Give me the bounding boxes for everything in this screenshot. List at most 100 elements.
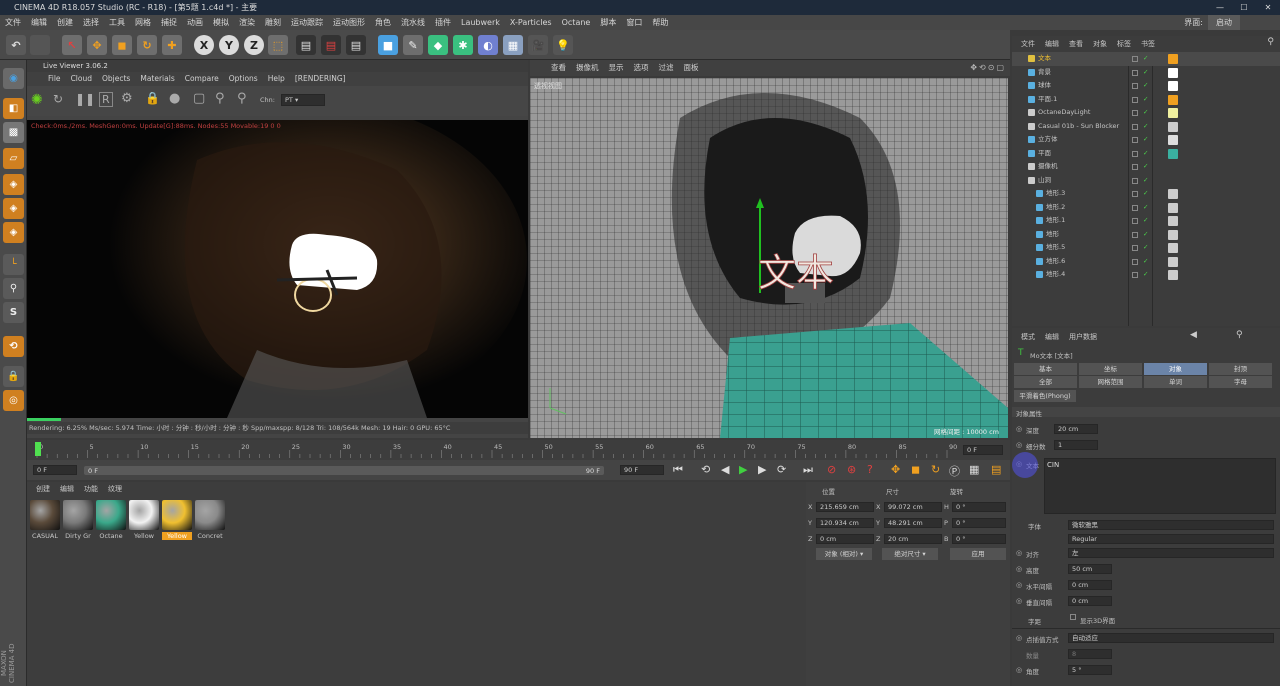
record-icon[interactable]: ⊘	[827, 463, 836, 476]
enable-check-icon[interactable]: ✓	[1143, 255, 1148, 269]
align-select[interactable]: 左	[1068, 548, 1274, 558]
pos-x-field[interactable]: 215.659 cm	[816, 502, 874, 512]
show3d-checkbox[interactable]	[1070, 614, 1076, 620]
redo-icon[interactable]	[30, 35, 50, 55]
pin-icon[interactable]: ⚲	[237, 91, 247, 106]
object-row[interactable]: 立方体 ✓	[1012, 133, 1280, 147]
material-tag-icon[interactable]	[1168, 94, 1178, 105]
text-area[interactable]: CIN	[1044, 458, 1276, 514]
enable-check-icon[interactable]: ✓	[1143, 79, 1148, 93]
object-row[interactable]: 平面.1 ✓	[1012, 93, 1280, 107]
key-param-icon[interactable]: Ⓟ	[949, 463, 960, 479]
menu-item[interactable]: 文件	[0, 15, 26, 30]
material-swatch[interactable]	[30, 500, 60, 530]
menu-item[interactable]: 运动跟踪	[286, 15, 328, 30]
attr-menu-item[interactable]: 编辑	[1040, 331, 1064, 343]
visibility-dot[interactable]	[1132, 150, 1138, 157]
radio-hspace-icon[interactable]: ◎	[1016, 581, 1022, 589]
pos-y-field[interactable]: 120.934 cm	[816, 518, 874, 528]
angle-field[interactable]: 5 °	[1068, 665, 1112, 675]
viewport-menu-item[interactable]: 选项	[629, 60, 654, 76]
viewport-menu-item[interactable]: 查看	[546, 60, 571, 76]
material-swatch[interactable]	[96, 500, 126, 530]
channel-select[interactable]: PT ▾	[281, 94, 325, 106]
quantize-icon[interactable]: ⟲	[3, 336, 24, 357]
attr-menu-item[interactable]: 用户数据	[1064, 331, 1102, 343]
font-style-select[interactable]: Regular	[1068, 534, 1274, 544]
end-frame-field[interactable]: 90 F	[620, 465, 664, 475]
pause-icon[interactable]: ❚❚	[75, 92, 95, 106]
menu-item[interactable]: 工具	[104, 15, 130, 30]
apply-button[interactable]: 应用	[950, 548, 1006, 560]
z-axis-icon[interactable]: Z	[244, 35, 264, 55]
timeline-ruler[interactable]: 0 5 10 15 20 25 30 35 40 45 50 55 60 65 70 75 80 85 90 0 F	[27, 440, 1010, 460]
next-frame-icon[interactable]: ▶	[758, 463, 766, 476]
cube-icon[interactable]: ■	[378, 35, 398, 55]
undo-icon[interactable]: ↶	[6, 35, 26, 55]
material-swatch[interactable]	[129, 500, 159, 530]
start-frame-field[interactable]: 0 F	[33, 465, 77, 475]
object-menu-item[interactable]: 对象	[1088, 38, 1112, 50]
menu-item[interactable]: 脚本	[595, 15, 621, 30]
visibility-dot[interactable]	[1132, 231, 1138, 238]
pick-icon[interactable]: ⚲	[215, 91, 225, 106]
y-axis-icon[interactable]: Y	[219, 35, 239, 55]
current-frame-field[interactable]: 0 F	[963, 445, 1003, 455]
visibility-dot[interactable]	[1132, 123, 1138, 130]
menu-item[interactable]: Octane	[557, 15, 596, 30]
prev-frame-icon[interactable]: ◀	[721, 463, 729, 476]
object-row[interactable]: Casual 01b - Sun Blocker ✓	[1012, 120, 1280, 134]
scale-tool-icon[interactable]: ◼	[112, 35, 132, 55]
enable-check-icon[interactable]: ✓	[1143, 174, 1148, 188]
material-swatch[interactable]	[63, 500, 93, 530]
material-tag-icon[interactable]	[1168, 121, 1178, 132]
back-arrow-icon[interactable]: ◀	[1190, 330, 1197, 340]
material-tag-icon[interactable]	[1168, 135, 1178, 145]
menu-item[interactable]: 编辑	[26, 15, 52, 30]
enable-check-icon[interactable]: ✓	[1143, 106, 1148, 120]
key-scale-icon[interactable]: ◼	[911, 463, 920, 476]
render-settings-icon[interactable]: ▤	[346, 35, 366, 55]
enable-check-icon[interactable]: ✓	[1143, 214, 1148, 228]
enable-check-icon[interactable]: ✓	[1143, 268, 1148, 282]
attr-tab[interactable]: 基本	[1014, 363, 1077, 375]
live-viewer-menu-item[interactable]: Options	[224, 72, 263, 86]
menu-item[interactable]: 插件	[430, 15, 456, 30]
object-row[interactable]: 文本 ✓	[1012, 52, 1280, 66]
radio-depth-icon[interactable]: ◎	[1016, 425, 1022, 433]
attr-tab[interactable]: 封顶	[1209, 363, 1272, 375]
visibility-dot[interactable]	[1132, 56, 1138, 62]
material-tag-icon[interactable]	[1168, 54, 1178, 64]
material-swatch[interactable]	[162, 500, 192, 530]
enable-check-icon[interactable]: ✓	[1143, 187, 1148, 201]
render-view-icon[interactable]: ▤	[296, 35, 316, 55]
pen-icon[interactable]: ✎	[403, 35, 423, 55]
layout-select[interactable]: 启动	[1208, 15, 1240, 30]
menu-item[interactable]: 运动图形	[328, 15, 370, 30]
viewport-menu-item[interactable]: 过滤	[654, 60, 679, 76]
coord-mode-select[interactable]: 对象 (相对) ▾	[816, 548, 872, 560]
rot-h-field[interactable]: 0 °	[952, 502, 1006, 512]
playhead[interactable]	[35, 442, 41, 456]
object-row[interactable]: 地形 ✓	[1012, 228, 1280, 242]
attr-tab[interactable]: 单词	[1144, 376, 1207, 388]
keyframe-help-icon[interactable]: ?	[867, 463, 873, 476]
goto-end-icon[interactable]: ⏭	[803, 463, 813, 477]
interp-select[interactable]: 自动适应	[1068, 633, 1274, 643]
enable-check-icon[interactable]: ✓	[1143, 160, 1148, 174]
enable-check-icon[interactable]: ✓	[1143, 66, 1148, 80]
rot-p-field[interactable]: 0 °	[952, 518, 1006, 528]
enable-check-icon[interactable]: ✓	[1143, 93, 1148, 107]
radio-vspace-icon[interactable]: ◎	[1016, 597, 1022, 605]
light-icon[interactable]: 💡	[553, 35, 573, 55]
region-icon[interactable]: R	[99, 92, 113, 107]
visibility-dot[interactable]	[1132, 164, 1138, 170]
focus-icon[interactable]: ▢	[193, 91, 205, 106]
live-viewer-menu-item[interactable]: Objects	[97, 72, 135, 86]
autokey-icon[interactable]: ⊛	[847, 463, 856, 476]
material-tag-icon[interactable]	[1168, 216, 1178, 226]
menu-item[interactable]: 创建	[52, 15, 78, 30]
enable-check-icon[interactable]: ✓	[1143, 241, 1148, 255]
edges-mode-icon[interactable]: ◈	[3, 198, 24, 219]
depth-field[interactable]: 20 cm	[1054, 424, 1098, 434]
